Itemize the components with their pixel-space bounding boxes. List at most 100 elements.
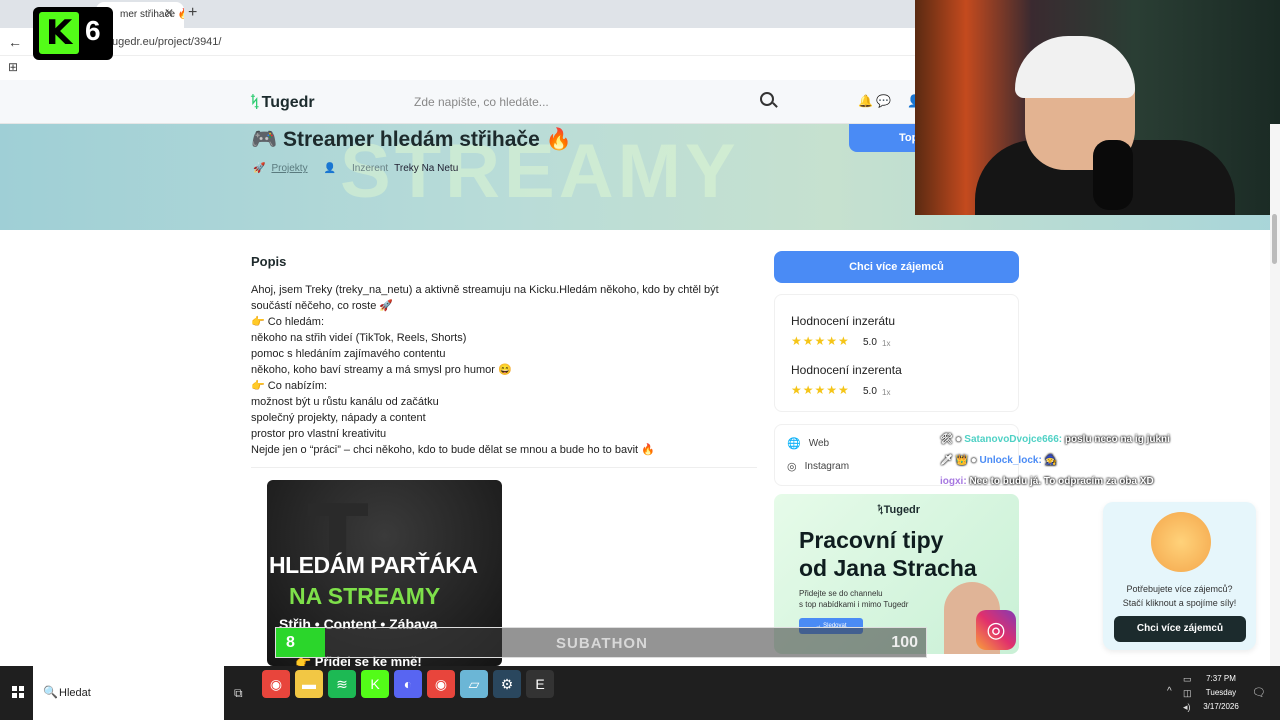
chat-message: 🛠 ● SatanovoDvojce666: poslu neco na ig … xyxy=(940,434,1170,450)
listing-star-icons: ★★★★★ xyxy=(791,334,850,348)
explorer-icon[interactable]: ▬ xyxy=(295,670,323,698)
clock-time: 7:37 PM xyxy=(1206,674,1236,683)
top-button[interactable]: Top xyxy=(849,124,919,152)
listing-rating-title: Hodnocení inzerátu xyxy=(791,314,896,328)
tab-title: mer střihače 🔥 xyxy=(120,9,184,20)
promo-line-1: HLEDÁM PARŤÁKA xyxy=(269,552,478,578)
new-tab-button[interactable]: + xyxy=(188,4,197,22)
ad-title-line-2: od Jana Stracha xyxy=(799,555,977,581)
chat-message: 🗡 👑 ● Unlock_lock: 🧙 xyxy=(940,455,1170,471)
kick-app-icon[interactable]: K xyxy=(361,670,389,698)
back-arrow-icon[interactable]: ← xyxy=(8,34,22,50)
description-line: Ahoj, jsem Treky (treky_na_netu) a aktiv… xyxy=(251,284,719,296)
subathon-progress-bar: 8 SUBATHON 100 xyxy=(275,627,927,658)
divider xyxy=(251,467,757,468)
apps-grid-icon[interactable]: ⊞ xyxy=(8,60,18,74)
chrome-icon[interactable]: ◉ xyxy=(427,670,455,698)
advertiser-count: 1x xyxy=(882,388,891,397)
description-line: 👉 Co nabízím: xyxy=(251,380,328,392)
ad-sub-line-2: s top nabídkami i mimo Tugedr xyxy=(799,600,909,609)
battery-icon: ▭ xyxy=(1183,674,1192,684)
url-field[interactable]: ugedr.eu/project/3941/ xyxy=(112,36,221,48)
page-scrollbar[interactable] xyxy=(1270,124,1280,666)
search-icon: 🔍 xyxy=(43,685,58,699)
kick-number: 6 xyxy=(85,15,101,46)
chat-username: iogxi: xyxy=(940,476,967,487)
chat-message: iogxi: Nee to budu já. To odpracím za ob… xyxy=(940,476,1170,492)
windows-start-icon[interactable] xyxy=(12,686,24,698)
breadcrumb: 🚀 Projekty 👤 Inzerent Treky Na Netu xyxy=(253,163,458,174)
steam-icon[interactable]: ⚙ xyxy=(493,670,521,698)
rocket-icon: 🚀 xyxy=(253,163,266,174)
description-line: někoho, koho baví streamy a má smysl pro… xyxy=(251,364,512,376)
ad-sub-line-1: Přidejte se do channelu xyxy=(799,589,883,598)
taskbar-clock[interactable]: 7:37 PM Tuesday 3/17/2026 xyxy=(1196,672,1246,714)
stream-chat-overlay: 🛠 ● SatanovoDvojce666: poslu neco na ig … xyxy=(940,434,1170,497)
taskbar-search[interactable]: 🔍 Hledat xyxy=(33,666,224,720)
notes-icon[interactable]: ▱ xyxy=(460,670,488,698)
description-line: Nejde jen o “práci” – chci někoho, kdo t… xyxy=(251,444,655,456)
description-line: společný projekty, nápady a content xyxy=(251,412,426,424)
description-line: součástí něčeho, co roste 🚀 xyxy=(251,300,394,312)
description-line: možnost být u růstu kanálu od začátku xyxy=(251,396,439,408)
messages-icon[interactable]: 💬 xyxy=(876,94,891,108)
person-icon: 👤 xyxy=(323,163,337,174)
ad-subtitle: Přidejte se do channelu s top nabídkami … xyxy=(799,588,908,610)
microphone-icon xyxy=(1093,140,1133,210)
help-text-line-1: Potřebujete více zájemců? xyxy=(1126,584,1233,594)
logo-text: Tugedr xyxy=(261,94,315,111)
notification-icon[interactable]: 🗨 xyxy=(1252,686,1266,699)
more-interested-button[interactable]: Chci více zájemců xyxy=(774,251,1019,283)
search-input[interactable]: Zde napište, co hledáte... xyxy=(414,95,549,109)
ad-title-line-1: Pracovní tipy xyxy=(799,527,944,553)
advertiser-name[interactable]: Treky Na Netu xyxy=(394,163,458,174)
rating-card: Hodnocení inzerátu ★★★★★ 5.0 1x Hodnocen… xyxy=(774,294,1019,412)
tray-expand-icon[interactable]: ^ xyxy=(1167,686,1172,697)
description-line: někoho na střih videí (TikTok, Reels, Sh… xyxy=(251,332,467,344)
subathon-label: SUBATHON xyxy=(556,635,648,652)
promo-line-2: NA STREAMY xyxy=(289,583,441,609)
help-widget: Potřebujete více zájemců? Stačí kliknout… xyxy=(1103,502,1256,650)
ad-logo: ᛪTugedr xyxy=(877,504,921,516)
chat-text: Nee to budu já. To odpracím za oba XD xyxy=(969,476,1154,487)
bell-icon[interactable]: 🔔 xyxy=(858,94,873,108)
description-line: prostor pro vlastní kreativitu xyxy=(251,428,387,440)
chat-username: SatanovoDvojce666: xyxy=(964,434,1063,445)
search-icon[interactable] xyxy=(760,92,774,106)
chat-badges: 🗡 👑 ● xyxy=(940,455,977,466)
listing-count: 1x xyxy=(882,339,891,348)
epic-icon[interactable]: E xyxy=(526,670,554,698)
scrollbar-thumb[interactable] xyxy=(1272,214,1277,264)
discord-icon[interactable]: ◐ xyxy=(394,670,422,698)
chat-username: Unlock_lock: xyxy=(979,455,1042,466)
instagram-link-label: Instagram xyxy=(804,461,850,472)
globe-icon: 🌐 xyxy=(787,438,801,450)
instagram-link[interactable]: ◎ Instagram xyxy=(787,460,849,473)
subathon-goal: 100 xyxy=(891,634,918,651)
help-cta-button[interactable]: Chci více zájemců xyxy=(1114,616,1246,642)
page-title: 🎮 Streamer hledám střihače 🔥 xyxy=(251,128,572,151)
growth-illustration xyxy=(1151,512,1211,572)
chrome-icon[interactable]: ◉ xyxy=(262,670,290,698)
logo-mark-icon: ᛪ xyxy=(250,94,260,111)
kick-overlay: K 6 xyxy=(33,7,113,60)
clock-date: 3/17/2026 xyxy=(1203,702,1239,711)
volume-icon: ◂) xyxy=(1183,702,1191,712)
network-icon: ◫ xyxy=(1183,688,1192,698)
spotify-icon[interactable]: ≋ xyxy=(328,670,356,698)
advertiser-score: 5.0 xyxy=(863,386,877,397)
web-link[interactable]: 🌐 Web xyxy=(787,437,829,450)
kick-logo-icon: K xyxy=(39,12,79,54)
breadcrumb-projects-link[interactable]: Projekty xyxy=(271,163,307,174)
listing-score: 5.0 xyxy=(863,337,877,348)
description-line: 👉 Co hledám: xyxy=(251,316,325,328)
web-link-label: Web xyxy=(808,438,830,449)
chat-text: 🧙 xyxy=(1044,455,1058,466)
site-logo[interactable]: ᛪ Tugedr xyxy=(250,94,315,112)
task-view-icon[interactable]: ⧉ xyxy=(234,686,243,701)
streamer-cap xyxy=(1015,36,1135,98)
help-text-line-2: Stačí kliknout a spojíme síly! xyxy=(1122,598,1237,608)
chat-badges: 🛠 ● xyxy=(940,434,962,445)
tab-close-icon[interactable]: ✕ xyxy=(164,6,174,20)
windows-taskbar: 🔍 Hledat ⧉ ◉ ▬ ≋ K ◐ ◉ ▱ ⚙ E ^ ▭ ◫ ◂) 7:37 PM Tu… xyxy=(0,666,1280,720)
